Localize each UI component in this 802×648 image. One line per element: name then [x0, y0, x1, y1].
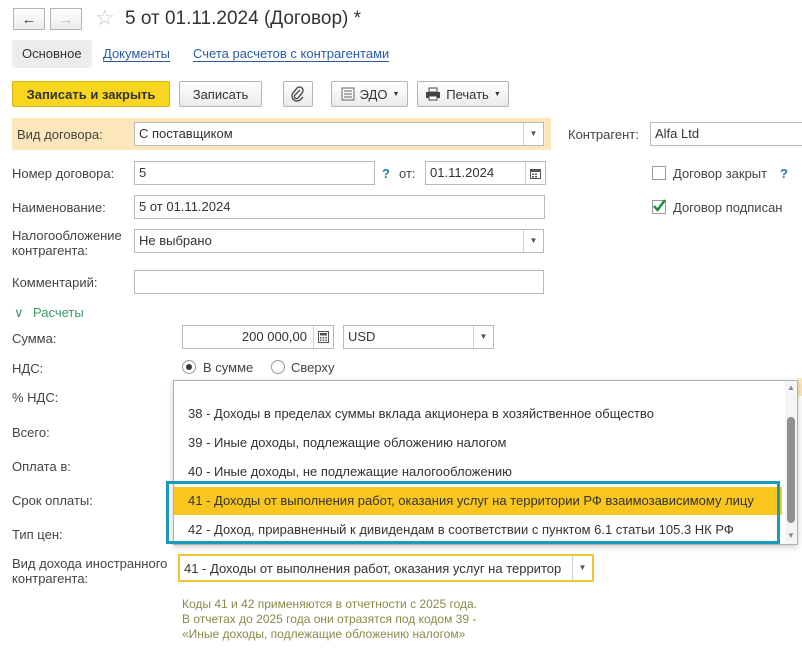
note-line-2: В отчетах до 2025 года они отразятся под…: [182, 612, 477, 626]
chevron-down-icon[interactable]: ▼: [572, 556, 592, 580]
save-button[interactable]: Записать: [179, 81, 262, 107]
vat-percent-label: % НДС:: [12, 390, 59, 405]
edo-icon: [341, 87, 355, 101]
pay-term-label: Срок оплаты:: [12, 493, 93, 508]
dropdown-option-40[interactable]: 40 - Иные доходы, не подлежащие налогооб…: [174, 458, 782, 486]
comment-field[interactable]: [134, 270, 544, 294]
highlight-edge: [798, 378, 802, 396]
tab-accounts[interactable]: Счета расчетов с контрагентами: [193, 40, 390, 68]
chevron-down-icon[interactable]: ▼: [523, 230, 543, 252]
dropdown-option-42[interactable]: 42 - Доход, приравненный к дивидендам в …: [174, 516, 782, 544]
favorite-star-icon[interactable]: ☆: [95, 7, 115, 29]
date-from-label: от:: [399, 166, 416, 181]
tab-main[interactable]: Основное: [12, 40, 92, 68]
counterparty-field[interactable]: Alfa Ltd: [650, 122, 802, 146]
counterparty-label: Контрагент:: [568, 127, 639, 142]
paperclip-icon: [291, 86, 304, 102]
total-label: Всего:: [12, 425, 50, 440]
arrow-left-icon: ←: [21, 10, 37, 28]
name-field[interactable]: 5 от 01.11.2024: [134, 195, 545, 219]
chevron-down-icon: ▼: [392, 90, 400, 98]
vat-on-top-label: Сверху: [291, 360, 335, 375]
contract-type-label: Вид договора:: [17, 127, 103, 142]
edo-button[interactable]: ЭДО ▼: [331, 81, 408, 107]
print-label: Печать: [446, 86, 489, 102]
comment-label: Комментарий:: [12, 275, 98, 290]
income-type-label: Вид дохода иностранного контрагента:: [12, 556, 168, 586]
tax-label: Налогообложение контрагента:: [12, 228, 122, 258]
dropdown-option-39[interactable]: 39 - Иные доходы, подлежащие обложению н…: [174, 429, 782, 457]
chevron-down-icon[interactable]: ▼: [523, 123, 543, 145]
vat-on-top-radio[interactable]: [271, 360, 285, 374]
forward-button[interactable]: →: [50, 8, 82, 30]
back-button[interactable]: ←: [13, 8, 45, 30]
calc-section-chevron-icon[interactable]: ∨: [14, 305, 24, 320]
contract-type-select[interactable]: С поставщиком ▼: [134, 122, 544, 146]
vat-label: НДС:: [12, 361, 44, 376]
chevron-down-icon[interactable]: ▼: [473, 326, 493, 348]
date-field[interactable]: 01.11.2024: [425, 161, 546, 185]
sum-field[interactable]: 200 000,00: [182, 325, 334, 349]
price-type-label: Тип цен:: [12, 527, 63, 542]
currency-select[interactable]: USD ▼: [343, 325, 494, 349]
note-line-3: «Иные доходы, подлежащие обложению налог…: [182, 627, 466, 641]
tab-documents[interactable]: Документы: [103, 40, 171, 68]
scroll-up-icon[interactable]: ▲: [787, 383, 795, 392]
edo-label: ЭДО: [359, 86, 388, 102]
print-button[interactable]: Печать ▼: [417, 81, 509, 107]
vat-in-sum-radio[interactable]: [182, 360, 196, 374]
help-icon[interactable]: ?: [382, 166, 390, 181]
contract-signed-checkbox[interactable]: [652, 199, 666, 214]
pay-in-label: Оплата в:: [12, 459, 71, 474]
attach-button[interactable]: [283, 81, 313, 107]
printer-icon: [426, 87, 441, 101]
income-type-select[interactable]: 41 - Доходы от выполнения работ, оказани…: [178, 554, 594, 582]
checkmark-icon: [653, 199, 666, 212]
calendar-icon[interactable]: [525, 162, 545, 184]
contract-closed-checkbox[interactable]: [652, 166, 666, 180]
vat-in-sum-label: В сумме: [203, 360, 254, 375]
income-type-dropdown-list[interactable]: 38 - Доходы в пределах суммы вклада акци…: [173, 380, 798, 545]
scrollbar-thumb[interactable]: [787, 417, 795, 523]
number-label: Номер договора:: [12, 166, 115, 181]
number-field[interactable]: 5: [134, 161, 375, 185]
calculator-icon[interactable]: [313, 326, 333, 348]
name-label: Наименование:: [12, 200, 106, 215]
contract-closed-label: Договор закрыт: [673, 166, 768, 181]
dropdown-scrollbar[interactable]: ▲ ▼: [785, 381, 797, 544]
calc-section-label[interactable]: Расчеты: [33, 305, 84, 320]
contract-signed-label: Договор подписан: [673, 200, 783, 215]
dropdown-option-41[interactable]: 41 - Доходы от выполнения работ, оказани…: [174, 487, 782, 515]
sum-label: Сумма:: [12, 331, 57, 346]
note-line-1: Коды 41 и 42 применяются в отчетности с …: [182, 597, 477, 611]
dropdown-option-38[interactable]: 38 - Доходы в пределах суммы вклада акци…: [174, 400, 782, 428]
help-icon[interactable]: ?: [780, 166, 788, 181]
scroll-down-icon[interactable]: ▼: [787, 531, 795, 540]
tax-select[interactable]: Не выбрано ▼: [134, 229, 544, 253]
arrow-right-icon: →: [58, 10, 74, 28]
save-close-button[interactable]: Записать и закрыть: [12, 81, 170, 107]
chevron-down-icon: ▼: [493, 90, 501, 98]
page-title: 5 от 01.11.2024 (Договор) *: [125, 8, 362, 29]
